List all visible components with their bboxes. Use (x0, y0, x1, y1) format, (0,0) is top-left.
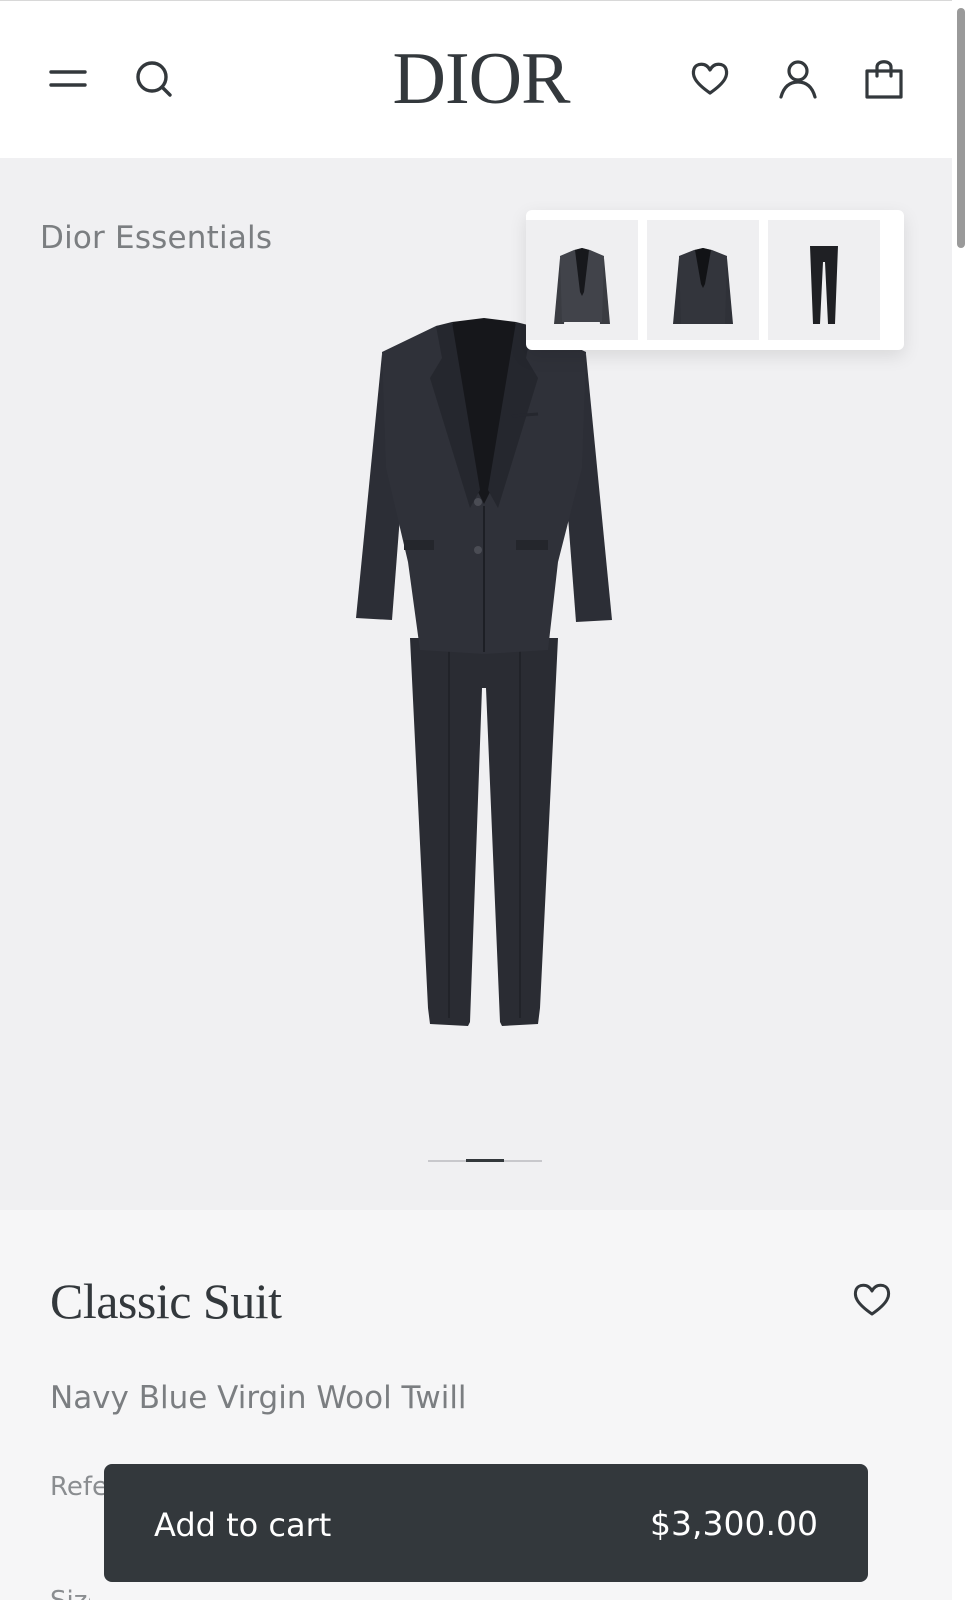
size-label: Size (50, 1586, 90, 1600)
product-hero: Dior Essentials (0, 158, 952, 1210)
carousel-dot-2[interactable] (466, 1159, 504, 1162)
heart-icon (853, 1283, 891, 1316)
carousel-dot-1[interactable] (428, 1160, 466, 1162)
thumbnail-strip (526, 210, 904, 350)
search-icon[interactable] (132, 57, 176, 101)
scrollbar-thumb[interactable] (957, 8, 965, 248)
thumbnail-jacket-back[interactable] (647, 220, 759, 340)
dior-logo[interactable]: DIOR (376, 37, 586, 121)
add-to-cart-button[interactable]: Add to cart $3,300.00 (104, 1464, 868, 1582)
product-title: Classic Suit (50, 1273, 282, 1329)
collection-label[interactable]: Dior Essentials (40, 220, 272, 256)
shopping-bag-icon[interactable] (862, 57, 906, 101)
thumbnail-jacket-front[interactable] (526, 220, 638, 340)
product-price: $3,300.00 (650, 1504, 818, 1543)
product-subtitle: Navy Blue Virgin Wool Twill (50, 1380, 467, 1416)
product-image-suit[interactable] (352, 318, 616, 1046)
carousel-dot-3[interactable] (504, 1160, 542, 1162)
carousel-indicator[interactable] (428, 1159, 546, 1163)
reference-label: Reference (50, 1472, 110, 1502)
heart-icon[interactable] (688, 57, 732, 101)
add-to-cart-label: Add to cart (154, 1506, 332, 1544)
user-icon[interactable] (776, 57, 820, 101)
add-to-wishlist-button[interactable] (850, 1278, 894, 1322)
thumbnail-trousers[interactable] (768, 220, 880, 340)
menu-icon[interactable] (46, 57, 90, 101)
top-header: DIOR (0, 0, 952, 158)
